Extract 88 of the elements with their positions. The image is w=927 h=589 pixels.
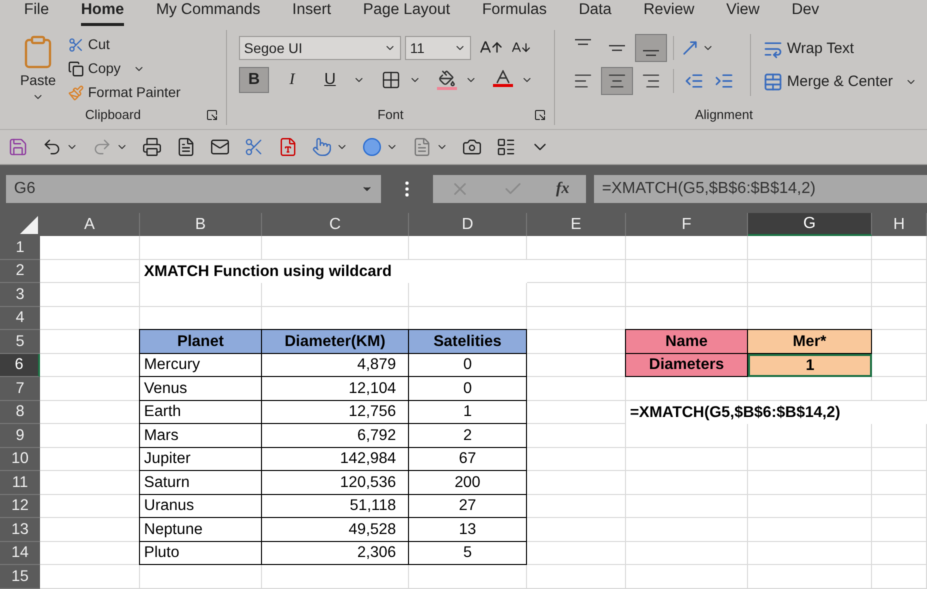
table-header-cell: Satelities: [408, 329, 527, 354]
row-header[interactable]: 6: [0, 354, 40, 377]
triangle-icon: [20, 216, 38, 234]
row-header[interactable]: 7: [0, 377, 40, 400]
table-cell: Pluto: [139, 540, 262, 565]
camera-icon[interactable]: [462, 137, 482, 157]
row-header[interactable]: 4: [0, 306, 40, 330]
dialog-launcher-icon[interactable]: [206, 109, 218, 121]
row-header[interactable]: 14: [0, 542, 40, 565]
group-label: Alignment: [695, 106, 753, 124]
lookup-value-cell[interactable]: 1: [748, 354, 872, 377]
font-color-icon[interactable]: [493, 70, 513, 90]
font-style-button[interactable]: I: [277, 67, 307, 93]
hand-pointer-icon[interactable]: [312, 137, 332, 157]
row-header[interactable]: 1: [0, 236, 40, 260]
column-header[interactable]: A: [40, 213, 140, 236]
lookup-value-cell[interactable]: Mer*: [747, 329, 872, 354]
merge-center-button[interactable]: Merge & Center: [787, 70, 893, 93]
row-header[interactable]: 5: [0, 330, 40, 354]
align-lines-icon: [609, 45, 625, 51]
table-cell: 5: [408, 540, 527, 565]
row-header[interactable]: 13: [0, 518, 40, 542]
column-header[interactable]: D: [409, 213, 527, 236]
column-header[interactable]: C: [262, 213, 409, 236]
menu-tab[interactable]: Page Layout: [363, 0, 450, 26]
menu-tab[interactable]: File: [24, 0, 49, 26]
merge-cells-icon[interactable]: [763, 72, 783, 92]
row-header[interactable]: 3: [0, 283, 40, 306]
wrap-text-button[interactable]: Wrap Text: [787, 38, 854, 60]
scissors-icon[interactable]: [68, 36, 84, 52]
document-icon[interactable]: [176, 137, 196, 157]
menu-tab[interactable]: Formulas: [482, 0, 547, 26]
printer-icon[interactable]: [142, 137, 162, 157]
menu-tab[interactable]: View: [726, 0, 760, 26]
column-header[interactable]: H: [872, 213, 927, 236]
group-label: Clipboard: [85, 106, 141, 124]
formula-text: =XMATCH(G5,$B$6:$B$14,2): [626, 400, 927, 424]
envelope-icon[interactable]: [210, 137, 230, 157]
row-header[interactable]: 12: [0, 494, 40, 518]
fill-color-icon[interactable]: [437, 70, 457, 90]
table-header-cell: Diameter(KM): [261, 329, 409, 354]
borders-icon[interactable]: [381, 70, 401, 90]
formula-input[interactable]: =XMATCH(G5,$B$6:$B$14,2): [594, 175, 927, 203]
insert-function-button[interactable]: fx: [556, 177, 570, 201]
column-header[interactable]: G: [748, 213, 872, 236]
cut-button[interactable]: Cut: [88, 34, 110, 55]
menu-tab[interactable]: My Commands: [156, 0, 260, 26]
row-header[interactable]: 8: [0, 400, 40, 424]
pdf-file-icon[interactable]: [278, 137, 298, 157]
column-header[interactable]: F: [626, 213, 748, 236]
align-center-button[interactable]: [601, 67, 633, 95]
paste-button[interactable]: Paste: [20, 70, 56, 91]
scissors-icon[interactable]: [244, 137, 264, 157]
column-header[interactable]: E: [527, 213, 626, 236]
column-header[interactable]: B: [140, 213, 262, 236]
name-box-value: G6: [14, 179, 36, 199]
align-lines-icon: [643, 50, 659, 56]
lookup-label-cell: Name: [625, 329, 748, 354]
row-header[interactable]: 15: [0, 565, 40, 588]
menu-tab[interactable]: Data: [578, 0, 612, 26]
dialog-launcher-icon[interactable]: [534, 109, 546, 121]
sheet-title: XMATCH Function using wildcard: [140, 260, 527, 283]
font-name-value: Segoe UI: [244, 38, 302, 58]
save-icon[interactable]: [8, 137, 28, 157]
align-bottom-button[interactable]: [635, 34, 667, 62]
table-header-cell: Planet: [139, 329, 262, 354]
menu-tab[interactable]: Review: [643, 0, 694, 26]
row-header[interactable]: 2: [0, 260, 40, 283]
format-painter-button[interactable]: Format Painter: [88, 82, 181, 103]
font-style-button[interactable]: U: [315, 67, 345, 93]
menu-tab[interactable]: Dev: [792, 0, 820, 26]
row-header[interactable]: 11: [0, 471, 40, 494]
form-layout-icon[interactable]: [496, 137, 516, 157]
font-style-button[interactable]: B: [239, 67, 269, 93]
align-lines-icon: [575, 39, 591, 45]
copy-icon[interactable]: [68, 60, 84, 76]
undo-icon[interactable]: [42, 137, 62, 157]
copy-button[interactable]: Copy: [88, 58, 121, 79]
name-box[interactable]: G6: [6, 175, 381, 203]
row-header[interactable]: 10: [0, 448, 40, 471]
row-header[interactable]: 9: [0, 424, 40, 448]
font-name-dropdown[interactable]: Segoe UI: [239, 36, 401, 60]
group-label: Font: [377, 106, 404, 124]
circle-icon[interactable]: [362, 137, 382, 157]
font-size-value: 11: [410, 38, 425, 58]
menu-tab[interactable]: Insert: [292, 0, 332, 26]
lookup-label-cell: Diameters: [625, 352, 748, 377]
font-size-dropdown[interactable]: 11: [405, 36, 471, 60]
